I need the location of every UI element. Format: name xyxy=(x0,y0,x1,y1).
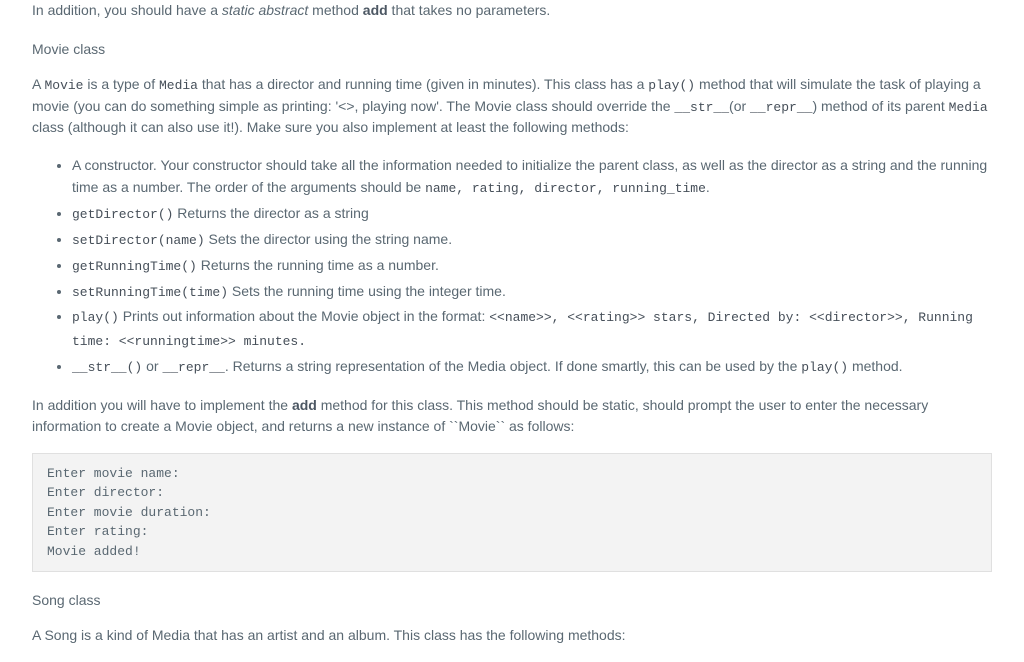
bullet-text: or xyxy=(142,358,162,374)
list-item: setRunningTime(time) Sets the running ti… xyxy=(72,280,992,304)
movie-desc-t6: class (although it can also use it!). Ma… xyxy=(32,119,629,135)
movie-desc-t4: (or xyxy=(729,98,750,114)
movie-desc-c4: __repr__ xyxy=(750,100,812,115)
list-item: play() Prints out information about the … xyxy=(72,305,992,353)
bullet-code: name, rating, director, running_time xyxy=(425,181,706,196)
song-class-heading: Song class xyxy=(32,590,992,611)
movie-desc-t0: A xyxy=(32,76,44,92)
bullet-code: setDirector(name) xyxy=(72,233,205,248)
movie-desc-t5: ) method of its parent xyxy=(812,98,948,114)
bullet-code: play() xyxy=(801,360,848,375)
list-item: getDirector() Returns the director as a … xyxy=(72,202,992,226)
bullet-code: getRunningTime() xyxy=(72,259,197,274)
bullet-code: __repr__ xyxy=(162,360,224,375)
intro-paragraph: In addition, you should have a static ab… xyxy=(32,0,992,21)
bullet-code: __str__() xyxy=(72,360,142,375)
movie-add-codeblock: Enter movie name: Enter director: Enter … xyxy=(32,453,992,573)
list-item: A constructor. Your constructor should t… xyxy=(72,154,992,200)
intro-italic: static abstract xyxy=(222,2,308,18)
intro-text-2: method xyxy=(308,2,362,18)
movie-class-heading: Movie class xyxy=(32,39,992,60)
movie-add-paragraph: In addition you will have to implement t… xyxy=(32,395,992,437)
song-description: A Song is a kind of Media that has an ar… xyxy=(32,625,992,646)
intro-text-1: In addition, you should have a xyxy=(32,2,222,18)
movie-desc-t1: is a type of xyxy=(83,76,158,92)
bullet-code: setRunningTime(time) xyxy=(72,285,228,300)
list-item: __str__() or __repr__. Returns a string … xyxy=(72,355,992,379)
add-bold: add xyxy=(292,397,317,413)
list-item: getRunningTime() Returns the running tim… xyxy=(72,254,992,278)
add-text-0: In addition you will have to implement t… xyxy=(32,397,292,413)
intro-bold: add xyxy=(363,2,388,18)
intro-text-3: that takes no parameters. xyxy=(388,2,551,18)
bullet-text: Returns the director as a string xyxy=(173,205,368,221)
bullet-text: Sets the director using the string name. xyxy=(205,231,452,247)
list-item: setDirector(name) Sets the director usin… xyxy=(72,228,992,252)
bullet-text: Sets the running time using the integer … xyxy=(228,283,506,299)
bullet-text: . xyxy=(706,179,710,195)
movie-desc-c3: __str__ xyxy=(674,100,729,115)
bullet-text: . Returns a string representation of the… xyxy=(225,358,801,374)
bullet-code: play() xyxy=(72,310,119,325)
bullet-text: method. xyxy=(848,358,902,374)
bullet-text: Prints out information about the Movie o… xyxy=(119,308,489,324)
movie-desc-c1: Media xyxy=(159,78,198,93)
movie-desc-c2: play() xyxy=(648,78,695,93)
movie-methods-list: A constructor. Your constructor should t… xyxy=(32,154,992,379)
document-body: In addition, you should have a static ab… xyxy=(0,0,1024,646)
bullet-text: Returns the running time as a number. xyxy=(197,257,439,273)
bullet-code: getDirector() xyxy=(72,207,173,222)
movie-desc-t2: that has a director and running time (gi… xyxy=(198,76,648,92)
movie-desc-c0: Movie xyxy=(44,78,83,93)
movie-desc-c5: Media xyxy=(949,100,988,115)
movie-description: A Movie is a type of Media that has a di… xyxy=(32,74,992,138)
